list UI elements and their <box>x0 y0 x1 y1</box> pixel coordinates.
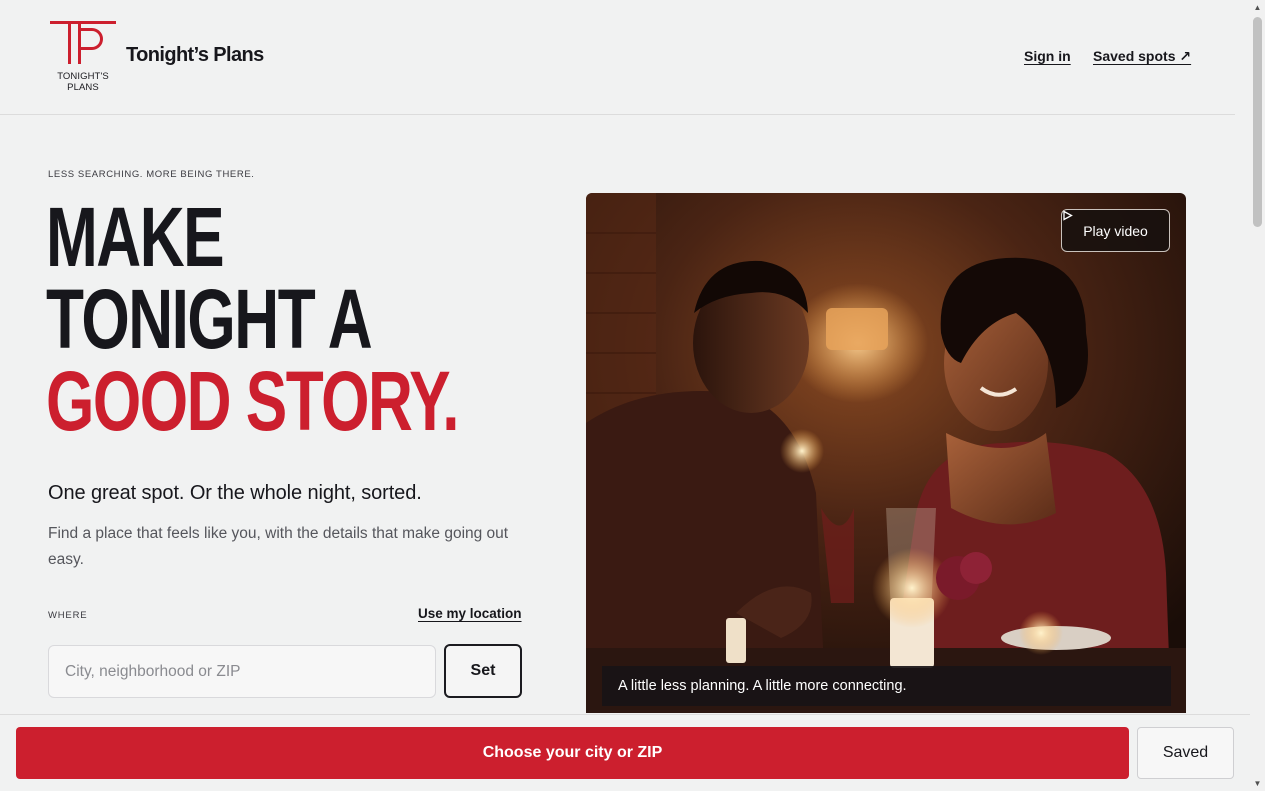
scrollbar-thumb[interactable] <box>1253 17 1262 227</box>
site-header: TONIGHT'S PLANS Tonight’s Plans Sign in … <box>0 0 1235 115</box>
hero-headline: MAKE TONIGHT A GOOD STORY. <box>46 190 459 448</box>
couple-dinner-photo <box>586 193 1186 713</box>
play-triangle-icon <box>1063 210 1073 221</box>
choose-city-button[interactable]: Choose your city or ZIP <box>16 727 1129 779</box>
headline-line-1: MAKE <box>46 190 225 284</box>
set-location-button[interactable]: Set <box>444 644 522 698</box>
hero-subhead: One great spot. Or the whole night, sort… <box>48 482 422 504</box>
page-scrollbar[interactable]: ▲ ▼ <box>1250 0 1265 791</box>
city-search-input[interactable] <box>48 645 436 698</box>
brand-logo[interactable]: TONIGHT'S PLANS <box>48 19 118 95</box>
where-label: WHERE <box>48 610 88 621</box>
hero-photo: Play video A little less planning. A lit… <box>586 193 1186 713</box>
sticky-cta-bar: Choose your city or ZIP Saved <box>0 714 1250 791</box>
saved-button[interactable]: Saved <box>1137 727 1234 779</box>
play-video-label: Play video <box>1083 222 1148 239</box>
logo-caption: TONIGHT'S PLANS <box>57 71 109 93</box>
scroll-down-arrow-icon[interactable]: ▼ <box>1250 776 1265 791</box>
hero-eyebrow: LESS SEARCHING. MORE BEING THERE. <box>48 169 255 180</box>
photo-caption: A little less planning. A little more co… <box>602 666 1171 706</box>
saved-spots-link[interactable]: Saved spots ↗ <box>1093 48 1191 65</box>
play-video-button[interactable]: Play video <box>1061 209 1170 252</box>
headline-line-2: TONIGHT A <box>46 272 373 366</box>
sign-in-link[interactable]: Sign in <box>1024 48 1071 64</box>
hero-lede: Find a place that feels like you, with t… <box>48 525 509 568</box>
scroll-up-arrow-icon[interactable]: ▲ <box>1250 0 1265 15</box>
tp-monogram-icon <box>50 21 116 64</box>
use-my-location-link[interactable]: Use my location <box>418 606 522 621</box>
headline-line-3: GOOD STORY. <box>46 354 459 448</box>
brand-name[interactable]: Tonight’s Plans <box>126 44 264 67</box>
